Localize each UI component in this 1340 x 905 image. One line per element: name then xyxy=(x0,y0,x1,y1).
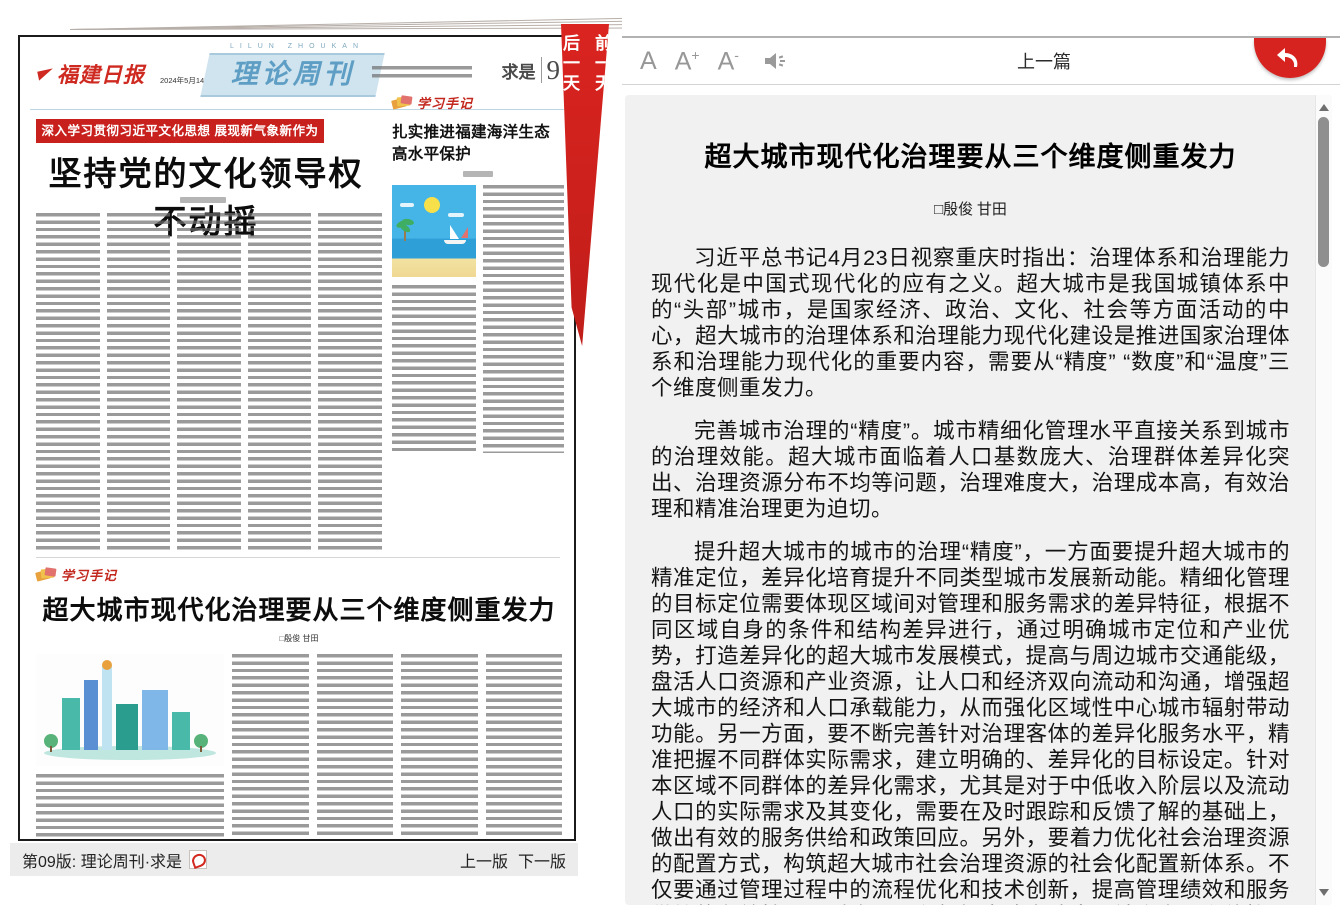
weekly-masthead-banner: 理论周刊 xyxy=(200,53,384,97)
tree-icon xyxy=(194,734,208,748)
bottom-article-body xyxy=(36,654,562,841)
editor-info-lines xyxy=(372,63,472,82)
side-article: 学习手记 扎实推进福建海洋生态高水平保护 xyxy=(392,93,564,453)
text-column xyxy=(392,285,476,453)
tree-icon xyxy=(44,734,58,748)
city-illustration xyxy=(36,654,224,766)
study-notes-badge: 学习手记 xyxy=(36,565,562,584)
article-content: 超大城市现代化治理要从三个维度侧重发力 □殷俊 甘田 习近平总书记4月23日视察… xyxy=(625,95,1316,905)
side-article-body xyxy=(392,185,564,453)
article-author: □殷俊 甘田 xyxy=(651,198,1290,219)
article-title: 超大城市现代化治理要从三个维度侧重发力 xyxy=(651,135,1290,174)
badge-label: 学习手记 xyxy=(61,565,117,584)
text-column xyxy=(317,654,394,841)
books-icon xyxy=(392,96,412,110)
text-column xyxy=(177,213,241,551)
palm-tree-icon xyxy=(398,219,412,241)
article-paragraph: 完善城市治理的“精度”。城市精细化管理水平直接关系到城市的治理效能。超大城市面临… xyxy=(651,418,1290,522)
text-column xyxy=(318,213,382,551)
text-column xyxy=(36,774,224,841)
page-navigation-bar: 第09版: 理论周刊·求是 上一版 下一版 xyxy=(10,843,578,876)
article-paragraph: 提升超大城市的城市的治理“精度”，一方面要提升超大城市的精准定位，差异化培育提升… xyxy=(651,539,1290,905)
page-number: 9 xyxy=(547,57,561,83)
study-notes-badge: 学习手记 xyxy=(392,93,564,112)
page-label: 第09版: 理论周刊·求是 xyxy=(22,848,182,872)
micro-text-line xyxy=(372,74,472,79)
side-article-title[interactable]: 扎实推进福建海洋生态高水平保护 xyxy=(392,120,564,164)
text-column xyxy=(401,654,478,841)
previous-article-button[interactable]: 上一篇 xyxy=(1017,38,1071,87)
article-paragraph: 习近平总书记4月23日视察重庆时指出：治理体系和治理能力现代化是中国式现代化的应… xyxy=(651,245,1290,401)
section-page-label: 求是 9 xyxy=(502,57,561,83)
books-icon xyxy=(36,568,56,582)
micro-text-line xyxy=(372,66,472,71)
flag-icon xyxy=(37,68,55,80)
masthead-latin: LILUN ZHOUKAN xyxy=(30,43,564,50)
text-column xyxy=(486,654,563,841)
lead-article-body-columns xyxy=(36,213,382,551)
building xyxy=(84,680,98,750)
cloud-icon xyxy=(448,213,464,217)
article-panel: 超大城市现代化治理要从三个维度侧重发力 □殷俊 甘田 习近平总书记4月23日视察… xyxy=(625,95,1332,905)
scrollbar-thumb[interactable] xyxy=(1318,117,1329,267)
scrollbar[interactable] xyxy=(1315,95,1332,905)
sun-icon xyxy=(424,197,440,213)
read-aloud-speaker-icon[interactable] xyxy=(763,50,789,72)
scroll-up-arrow[interactable] xyxy=(1319,104,1329,111)
return-arrow-icon xyxy=(1275,45,1305,71)
font-size-normal-button[interactable]: A xyxy=(640,49,657,74)
sea-illustration xyxy=(392,185,476,277)
paper-logo: 福建日报 xyxy=(38,59,145,89)
next-page-button[interactable]: 下一版 xyxy=(518,848,566,872)
building xyxy=(116,704,138,750)
tower-sphere xyxy=(102,660,112,670)
divider xyxy=(541,57,542,83)
pdf-icon[interactable] xyxy=(189,850,207,869)
prev-page-button[interactable]: 上一版 xyxy=(460,848,508,872)
lead-article-author xyxy=(180,197,226,203)
newspaper-page-preview[interactable]: LILUN ZHOUKAN 福建日报 2024年5月14日 星期二 理论周刊 求… xyxy=(18,35,576,841)
text-column xyxy=(248,213,312,551)
article-body: 习近平总书记4月23日视察重庆时指出：治理体系和治理能力现代化是中国式现代化的应… xyxy=(651,245,1290,905)
building xyxy=(142,690,168,750)
text-column xyxy=(36,213,100,551)
weekly-name: 理论周刊 xyxy=(205,55,380,93)
text-column xyxy=(232,654,309,841)
tower xyxy=(102,666,112,750)
badge-label: 学习手记 xyxy=(417,93,473,112)
bottom-article-author: □殷俊 甘田 xyxy=(36,633,562,644)
article-reader-pane: A A+ A- 上一篇 超大城市现代化治理要从三个维度侧重发力 □殷俊 甘田 习… xyxy=(622,0,1340,905)
section-name: 求是 xyxy=(502,58,536,83)
font-size-decrease-button[interactable]: A- xyxy=(718,48,739,74)
font-size-increase-button[interactable]: A+ xyxy=(675,48,700,74)
text-column xyxy=(107,213,171,551)
cloud-icon xyxy=(400,203,414,207)
text-column xyxy=(483,185,564,453)
reader-toolbar: A A+ A- 上一篇 xyxy=(622,36,1340,85)
prev-day-button[interactable]: 前一天 xyxy=(591,34,611,346)
bottom-article-title[interactable]: 超大城市现代化治理要从三个维度侧重发力 xyxy=(36,590,562,627)
sailboat-icon xyxy=(442,225,468,245)
building xyxy=(62,698,80,750)
bottom-article: 学习手记 超大城市现代化治理要从三个维度侧重发力 □殷俊 甘田 xyxy=(36,565,562,841)
article-divider xyxy=(36,557,560,558)
scroll-down-arrow[interactable] xyxy=(1319,889,1329,896)
side-article-author xyxy=(463,171,493,177)
building xyxy=(172,712,190,750)
theme-banner: 深入学习贯彻习近平文化思想 展现新气象新作为 xyxy=(36,119,324,143)
paper-name: 福建日报 xyxy=(57,59,145,89)
